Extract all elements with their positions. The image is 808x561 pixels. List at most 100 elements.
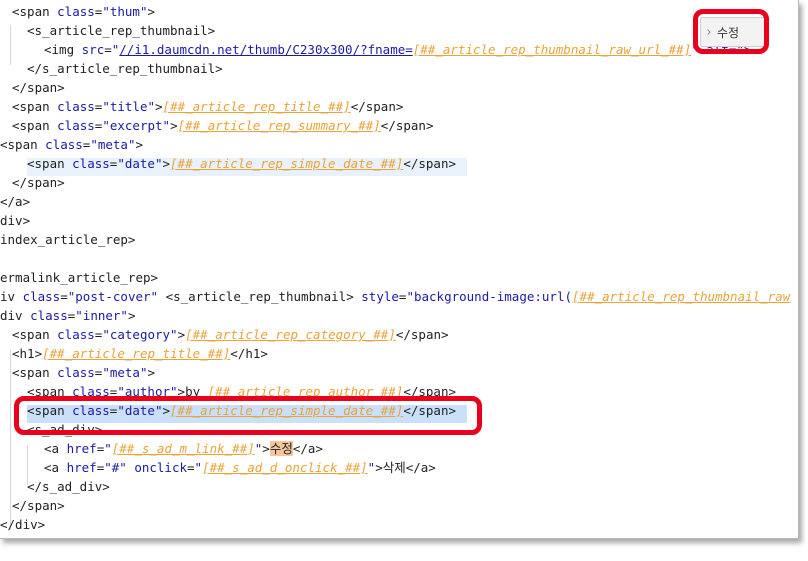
code-token: > [135,137,144,152]
code-token: div> [0,213,31,228]
code-token: class [57,365,95,380]
code-token: </span> [403,384,457,399]
code-line: <span class="date">[##_article_rep_simpl… [27,154,456,173]
code-line: <h1>[##_article_rep_title_##]</h1> [12,344,268,363]
code-token: <span [12,4,58,19]
code-token: > [170,118,178,133]
chevron-right-icon: › [706,24,712,40]
code-line: index_article_rep> [0,230,135,249]
code-token: <s_ad_div> [27,422,103,437]
code-token: [##_s_ad_d_onclick_##] [202,460,368,475]
code-token: > [147,4,156,19]
code-line: </span> [12,173,65,192]
code-token: "inner" [75,308,128,323]
code-line: iv class="post-cover" <s_article_rep_thu… [0,287,790,306]
code-line: <span class="thum"> [12,2,155,21]
code-token: iv [0,289,23,304]
code-token: div [0,308,31,323]
code-token: onclick [134,460,188,475]
code-token: </a> [0,194,31,209]
code-token: > [162,156,171,171]
code-token: <a [44,460,67,475]
code-token: </span> [395,327,449,342]
code-token: <span [27,403,73,418]
code-line: <s_article_rep_thumbnail> [27,21,215,40]
code-token: > [155,99,163,114]
code-token: " [194,460,203,475]
code-token: style [361,289,399,304]
code-token: [##_article_rep_thumbnail_raw [572,289,791,304]
code-token: [##_article_rep_thumbnail_raw_url_##] [412,42,692,57]
code-token: </s_article_rep_thumbnail> [27,61,223,76]
code-line: <span class="title">[##_article_rep_titl… [12,97,403,116]
indent-guide [10,350,11,530]
code-line: </span> [12,496,65,515]
code-token: class [45,137,83,152]
code-token: "author" [117,384,178,399]
code-token: "thum" [102,4,148,19]
code-line: </s_article_rep_thumbnail> [27,59,223,78]
code-token: " [104,441,112,456]
code-token: = [60,289,68,304]
code-line: div class="inner"> [0,306,136,325]
code-token: "category" [102,327,178,342]
code-token: <s_article_rep_thumbnail> [158,289,362,304]
code-editor: <span class="thum"> <s_article_rep_thumbn… [0,0,799,539]
code-token: class [72,156,110,171]
code-token: index_article_rep> [0,232,136,247]
code-token: <a [44,441,67,456]
code-line: <span class="meta"> [12,363,155,382]
code-token: [##_s_ad_m_link_##] [111,441,255,456]
code-token: > [162,403,171,418]
code-token: [##_article_rep_title_##] [42,346,231,361]
code-token: class [30,308,68,323]
code-token: <span [12,118,58,133]
code-token: "background-image:url( [406,289,573,304]
code-line: <img src="//i1.daumcdn.net/thumb/C230x30… [44,40,751,59]
code-token: [##_article_rep_title_##] [162,99,351,114]
code-token: class [57,118,95,133]
code-line: </a> [0,192,30,211]
code-line: <span class="date">[##_article_rep_simpl… [27,401,456,420]
code-token: </div> [0,517,46,532]
code-token: "excerpt" [102,118,171,133]
code-line: </span> [12,78,65,97]
code-token: 수정 [269,441,293,456]
code-token: [##_article_rep_category_##] [185,327,396,342]
code-token: [##_article_rep_simple_date_##] [170,403,404,418]
code-token: </span> [403,403,456,418]
code-token: </a> [292,441,323,456]
code-token: </span> [403,156,456,171]
code-token: </span> [12,175,65,190]
code-token: src [81,42,105,57]
code-token: > [147,365,156,380]
code-token: <span [12,327,58,342]
code-line: <span class="meta"> [0,135,143,154]
code-line: <span class="excerpt">[##_article_rep_su… [12,116,433,135]
code-line: <span class="category">[##_article_rep_c… [12,325,449,344]
code-token: ermalink_article_rep> [0,270,159,285]
code-token: "post-cover" [67,289,159,304]
code-token: "meta" [102,365,148,380]
code-token: "meta" [90,137,136,152]
code-token: class [72,403,110,418]
code-token: [##_article_rep_author_##] [207,384,404,399]
code-line: </s_ad_div> [27,477,110,496]
code-token: href [66,441,97,456]
code-token: "date" [117,403,163,418]
code-token: >by [177,384,208,399]
code-token: class [57,4,95,19]
code-line: ermalink_article_rep> [0,268,158,287]
code-token: <span [27,156,73,171]
indent-guide [10,25,11,65]
edit-button[interactable]: › 수정 [700,17,766,47]
code-token: > [262,441,270,456]
code-token: "date" [117,156,163,171]
code-token: class [57,327,95,342]
code-token: <img [44,42,82,57]
code-token: >삭제</a> [375,460,436,475]
code-token: > [127,308,136,323]
code-token: <span [12,365,58,380]
code-token: > [177,327,186,342]
code-token: //i1.daumcdn.net/thumb/C230x300/?fname= [119,42,413,57]
